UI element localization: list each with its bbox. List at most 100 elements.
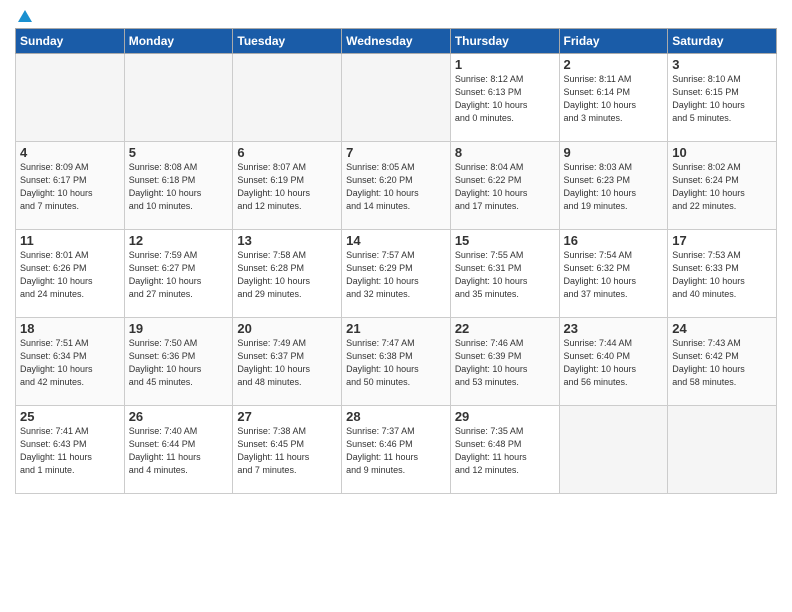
day-number: 28 xyxy=(346,409,446,424)
day-number: 3 xyxy=(672,57,772,72)
day-detail: Sunrise: 7:54 AM Sunset: 6:32 PM Dayligh… xyxy=(564,249,664,301)
day-detail: Sunrise: 8:04 AM Sunset: 6:22 PM Dayligh… xyxy=(455,161,555,213)
day-number: 18 xyxy=(20,321,120,336)
calendar-cell: 5Sunrise: 8:08 AM Sunset: 6:18 PM Daylig… xyxy=(124,142,233,230)
calendar-cell: 23Sunrise: 7:44 AM Sunset: 6:40 PM Dayli… xyxy=(559,318,668,406)
logo-triangle-icon xyxy=(18,10,32,22)
calendar-cell: 2Sunrise: 8:11 AM Sunset: 6:14 PM Daylig… xyxy=(559,54,668,142)
day-number: 21 xyxy=(346,321,446,336)
day-number: 5 xyxy=(129,145,229,160)
calendar-cell xyxy=(124,54,233,142)
day-detail: Sunrise: 7:55 AM Sunset: 6:31 PM Dayligh… xyxy=(455,249,555,301)
day-detail: Sunrise: 7:58 AM Sunset: 6:28 PM Dayligh… xyxy=(237,249,337,301)
calendar-cell: 11Sunrise: 8:01 AM Sunset: 6:26 PM Dayli… xyxy=(16,230,125,318)
calendar-cell xyxy=(559,406,668,494)
header xyxy=(15,10,777,23)
calendar-cell: 25Sunrise: 7:41 AM Sunset: 6:43 PM Dayli… xyxy=(16,406,125,494)
day-number: 16 xyxy=(564,233,664,248)
weekday-header: Wednesday xyxy=(342,29,451,54)
calendar-cell: 13Sunrise: 7:58 AM Sunset: 6:28 PM Dayli… xyxy=(233,230,342,318)
day-number: 13 xyxy=(237,233,337,248)
day-detail: Sunrise: 7:59 AM Sunset: 6:27 PM Dayligh… xyxy=(129,249,229,301)
day-number: 1 xyxy=(455,57,555,72)
day-detail: Sunrise: 7:40 AM Sunset: 6:44 PM Dayligh… xyxy=(129,425,229,477)
day-detail: Sunrise: 8:10 AM Sunset: 6:15 PM Dayligh… xyxy=(672,73,772,125)
calendar-week-row: 25Sunrise: 7:41 AM Sunset: 6:43 PM Dayli… xyxy=(16,406,777,494)
day-number: 26 xyxy=(129,409,229,424)
calendar-week-row: 4Sunrise: 8:09 AM Sunset: 6:17 PM Daylig… xyxy=(16,142,777,230)
day-number: 9 xyxy=(564,145,664,160)
calendar-cell xyxy=(668,406,777,494)
day-number: 14 xyxy=(346,233,446,248)
page-container: SundayMondayTuesdayWednesdayThursdayFrid… xyxy=(0,0,792,504)
calendar-cell: 18Sunrise: 7:51 AM Sunset: 6:34 PM Dayli… xyxy=(16,318,125,406)
day-number: 25 xyxy=(20,409,120,424)
day-detail: Sunrise: 7:46 AM Sunset: 6:39 PM Dayligh… xyxy=(455,337,555,389)
calendar-week-row: 18Sunrise: 7:51 AM Sunset: 6:34 PM Dayli… xyxy=(16,318,777,406)
weekday-header: Thursday xyxy=(450,29,559,54)
calendar-cell: 3Sunrise: 8:10 AM Sunset: 6:15 PM Daylig… xyxy=(668,54,777,142)
day-detail: Sunrise: 8:09 AM Sunset: 6:17 PM Dayligh… xyxy=(20,161,120,213)
calendar-cell: 27Sunrise: 7:38 AM Sunset: 6:45 PM Dayli… xyxy=(233,406,342,494)
logo xyxy=(15,10,32,23)
logo-blue-text xyxy=(15,10,32,23)
day-detail: Sunrise: 7:41 AM Sunset: 6:43 PM Dayligh… xyxy=(20,425,120,477)
day-detail: Sunrise: 8:01 AM Sunset: 6:26 PM Dayligh… xyxy=(20,249,120,301)
day-detail: Sunrise: 7:44 AM Sunset: 6:40 PM Dayligh… xyxy=(564,337,664,389)
calendar-cell: 4Sunrise: 8:09 AM Sunset: 6:17 PM Daylig… xyxy=(16,142,125,230)
day-number: 10 xyxy=(672,145,772,160)
day-detail: Sunrise: 8:02 AM Sunset: 6:24 PM Dayligh… xyxy=(672,161,772,213)
day-number: 11 xyxy=(20,233,120,248)
day-detail: Sunrise: 7:38 AM Sunset: 6:45 PM Dayligh… xyxy=(237,425,337,477)
calendar-cell: 29Sunrise: 7:35 AM Sunset: 6:48 PM Dayli… xyxy=(450,406,559,494)
day-detail: Sunrise: 7:35 AM Sunset: 6:48 PM Dayligh… xyxy=(455,425,555,477)
day-detail: Sunrise: 7:50 AM Sunset: 6:36 PM Dayligh… xyxy=(129,337,229,389)
weekday-header: Tuesday xyxy=(233,29,342,54)
calendar-cell: 24Sunrise: 7:43 AM Sunset: 6:42 PM Dayli… xyxy=(668,318,777,406)
day-number: 24 xyxy=(672,321,772,336)
calendar-week-row: 1Sunrise: 8:12 AM Sunset: 6:13 PM Daylig… xyxy=(16,54,777,142)
calendar-cell: 19Sunrise: 7:50 AM Sunset: 6:36 PM Dayli… xyxy=(124,318,233,406)
day-number: 19 xyxy=(129,321,229,336)
day-number: 8 xyxy=(455,145,555,160)
weekday-header: Monday xyxy=(124,29,233,54)
day-detail: Sunrise: 8:08 AM Sunset: 6:18 PM Dayligh… xyxy=(129,161,229,213)
calendar-cell xyxy=(233,54,342,142)
day-number: 15 xyxy=(455,233,555,248)
calendar-cell: 12Sunrise: 7:59 AM Sunset: 6:27 PM Dayli… xyxy=(124,230,233,318)
calendar-cell: 1Sunrise: 8:12 AM Sunset: 6:13 PM Daylig… xyxy=(450,54,559,142)
day-number: 2 xyxy=(564,57,664,72)
calendar-header-row: SundayMondayTuesdayWednesdayThursdayFrid… xyxy=(16,29,777,54)
day-number: 6 xyxy=(237,145,337,160)
calendar-cell xyxy=(342,54,451,142)
day-detail: Sunrise: 7:37 AM Sunset: 6:46 PM Dayligh… xyxy=(346,425,446,477)
day-detail: Sunrise: 7:51 AM Sunset: 6:34 PM Dayligh… xyxy=(20,337,120,389)
calendar-cell: 16Sunrise: 7:54 AM Sunset: 6:32 PM Dayli… xyxy=(559,230,668,318)
weekday-header: Saturday xyxy=(668,29,777,54)
calendar-cell: 10Sunrise: 8:02 AM Sunset: 6:24 PM Dayli… xyxy=(668,142,777,230)
day-number: 12 xyxy=(129,233,229,248)
calendar-cell: 26Sunrise: 7:40 AM Sunset: 6:44 PM Dayli… xyxy=(124,406,233,494)
calendar-cell: 7Sunrise: 8:05 AM Sunset: 6:20 PM Daylig… xyxy=(342,142,451,230)
calendar-cell: 17Sunrise: 7:53 AM Sunset: 6:33 PM Dayli… xyxy=(668,230,777,318)
day-detail: Sunrise: 8:07 AM Sunset: 6:19 PM Dayligh… xyxy=(237,161,337,213)
calendar-cell: 15Sunrise: 7:55 AM Sunset: 6:31 PM Dayli… xyxy=(450,230,559,318)
day-number: 4 xyxy=(20,145,120,160)
day-number: 27 xyxy=(237,409,337,424)
day-number: 7 xyxy=(346,145,446,160)
day-detail: Sunrise: 7:49 AM Sunset: 6:37 PM Dayligh… xyxy=(237,337,337,389)
calendar-cell: 9Sunrise: 8:03 AM Sunset: 6:23 PM Daylig… xyxy=(559,142,668,230)
calendar-cell: 6Sunrise: 8:07 AM Sunset: 6:19 PM Daylig… xyxy=(233,142,342,230)
day-detail: Sunrise: 7:43 AM Sunset: 6:42 PM Dayligh… xyxy=(672,337,772,389)
day-detail: Sunrise: 7:57 AM Sunset: 6:29 PM Dayligh… xyxy=(346,249,446,301)
day-detail: Sunrise: 7:53 AM Sunset: 6:33 PM Dayligh… xyxy=(672,249,772,301)
day-detail: Sunrise: 8:05 AM Sunset: 6:20 PM Dayligh… xyxy=(346,161,446,213)
day-number: 17 xyxy=(672,233,772,248)
day-detail: Sunrise: 8:12 AM Sunset: 6:13 PM Dayligh… xyxy=(455,73,555,125)
day-number: 23 xyxy=(564,321,664,336)
day-number: 29 xyxy=(455,409,555,424)
calendar-cell: 8Sunrise: 8:04 AM Sunset: 6:22 PM Daylig… xyxy=(450,142,559,230)
weekday-header: Friday xyxy=(559,29,668,54)
calendar-cell: 28Sunrise: 7:37 AM Sunset: 6:46 PM Dayli… xyxy=(342,406,451,494)
calendar-cell: 14Sunrise: 7:57 AM Sunset: 6:29 PM Dayli… xyxy=(342,230,451,318)
